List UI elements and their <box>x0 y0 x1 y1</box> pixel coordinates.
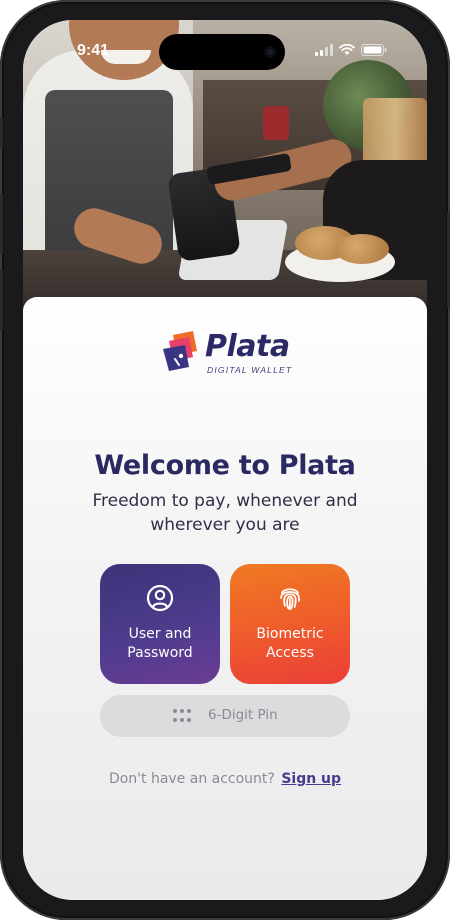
welcome-title: Welcome to Plata <box>94 450 356 481</box>
phone-frame: 9:41 Plata DIGITAL WALLET Welcome to Pla… <box>0 0 450 920</box>
keypad-dots-icon <box>173 709 191 722</box>
volume-up-button <box>0 194 3 254</box>
user-circle-icon <box>146 584 174 612</box>
user-password-login-button[interactable]: User and Password <box>100 564 220 684</box>
battery-icon <box>361 44 387 56</box>
signup-prompt: Don't have an account? <box>108 771 275 787</box>
screen: 9:41 Plata DIGITAL WALLET Welcome to Pla… <box>23 20 427 900</box>
status-icons <box>315 44 387 56</box>
volume-down-button <box>0 270 3 330</box>
status-bar: 9:41 <box>23 20 427 74</box>
biometric-access-label: Biometric Access <box>256 626 324 661</box>
signup-row: Don't have an account? Sign up <box>23 771 427 787</box>
six-digit-pin-label: 6-Digit Pin <box>208 707 278 723</box>
plata-logo: Plata DIGITAL WALLET <box>159 327 299 381</box>
signup-link[interactable]: Sign up <box>281 771 341 787</box>
wifi-icon <box>339 44 355 55</box>
status-time: 9:41 <box>77 42 110 59</box>
front-camera <box>264 46 276 58</box>
login-card: Plata DIGITAL WALLET Welcome to Plata Fr… <box>23 297 427 900</box>
signal-icon <box>315 44 333 56</box>
brand-tagline: DIGITAL WALLET <box>207 365 293 375</box>
six-digit-pin-button[interactable]: 6-Digit Pin <box>100 695 350 737</box>
fingerprint-icon <box>280 588 300 610</box>
biometric-access-button[interactable]: Biometric Access <box>230 564 350 684</box>
welcome-subtitle: Freedom to pay, whenever and wherever yo… <box>92 491 358 535</box>
brand-wordmark: Plata <box>205 329 290 364</box>
user-password-label: User and Password <box>127 626 193 661</box>
plata-wallet-logo-icon <box>163 331 197 371</box>
mute-switch <box>0 118 3 148</box>
